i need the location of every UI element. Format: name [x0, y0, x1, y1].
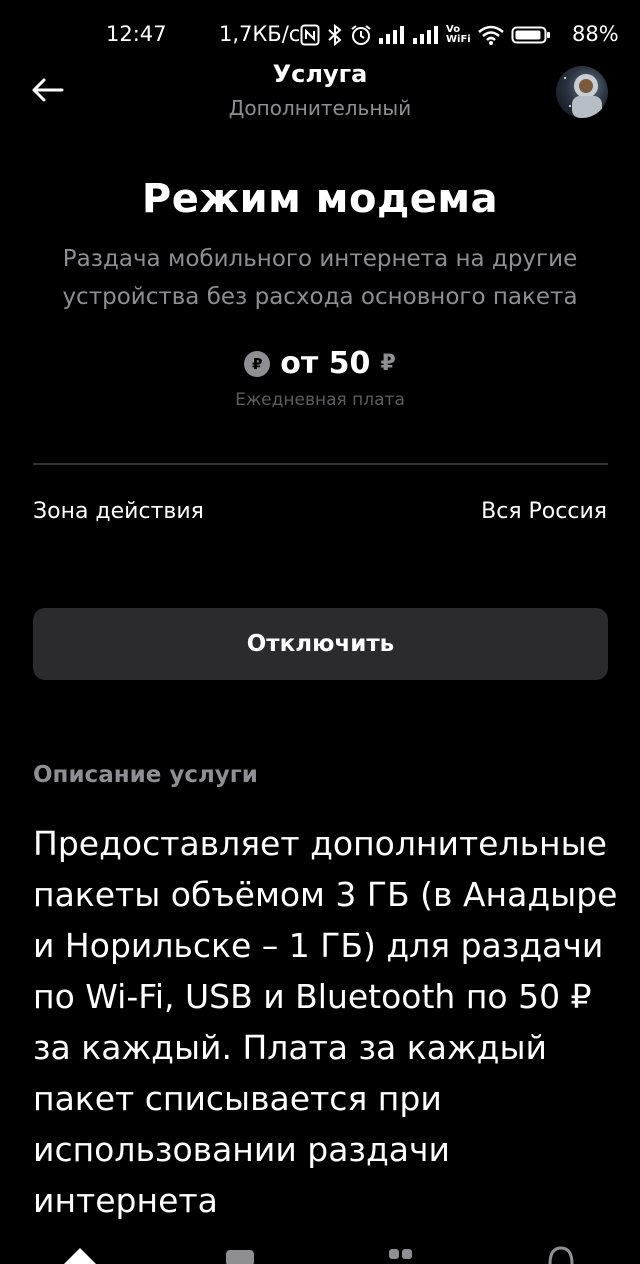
nfc-icon: [300, 24, 320, 46]
price-row: ₽ от 50 ₽: [0, 346, 640, 381]
disable-button[interactable]: Отключить: [33, 608, 608, 680]
service-title: Режим модема: [141, 176, 499, 222]
avatar[interactable]: [556, 66, 608, 118]
price-caption: Ежедневная плата: [235, 390, 405, 410]
header-subtitle: Дополнительный: [228, 96, 412, 120]
service-description: Раздача мобильного интернета на другие у…: [62, 246, 578, 310]
zone-label: Зона действия: [33, 499, 204, 524]
vowifi-label-bottom: WiFi: [446, 34, 471, 45]
price-value: от 50: [280, 346, 371, 381]
wifi-icon: [477, 25, 504, 45]
divider: [33, 463, 608, 465]
support-icon[interactable]: [546, 1244, 576, 1264]
services-icon[interactable]: [388, 1244, 414, 1264]
header-title: Услуга: [272, 60, 368, 88]
ruble-coin-icon: ₽: [244, 350, 271, 377]
zone-value: Вся Россия: [481, 499, 607, 524]
signal-icon: [413, 26, 438, 44]
wallet-icon[interactable]: [224, 1244, 256, 1264]
description-body: Предоставляет дополнительные пакеты объё…: [33, 824, 618, 1220]
alarm-icon: [351, 25, 371, 45]
status-bar: 12:47 1,7КБ/с Vo WiFi 88%: [0, 0, 640, 56]
home-icon[interactable]: [62, 1244, 98, 1264]
status-net-speed: 1,7КБ/с: [219, 22, 301, 46]
description-heading: Описание услуги: [33, 762, 258, 788]
bluetooth-icon: [328, 23, 342, 47]
signal-icon: [379, 26, 404, 44]
bottom-nav: [0, 1232, 640, 1264]
vowifi-icon: Vo WiFi: [446, 25, 471, 45]
status-icons: Vo WiFi: [300, 22, 551, 48]
status-time: 12:47: [106, 22, 167, 46]
battery-icon: [511, 26, 550, 44]
status-battery-percent: 88%: [572, 22, 619, 46]
price-currency: ₽: [380, 351, 396, 376]
profile-avatar-image: [564, 74, 602, 118]
